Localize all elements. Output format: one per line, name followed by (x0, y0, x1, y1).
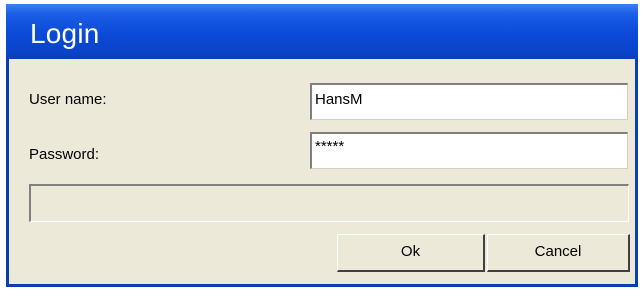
ok-button[interactable]: Ok (337, 234, 485, 272)
status-bar (29, 184, 629, 222)
title-bar[interactable]: Login (6, 4, 638, 59)
window-title: Login (30, 18, 100, 49)
cancel-button[interactable]: Cancel (487, 234, 630, 272)
username-label: User name: (29, 91, 107, 108)
password-input[interactable]: ***** (310, 132, 628, 169)
username-input[interactable]: HansM (310, 83, 628, 120)
password-label: Password: (29, 146, 100, 163)
